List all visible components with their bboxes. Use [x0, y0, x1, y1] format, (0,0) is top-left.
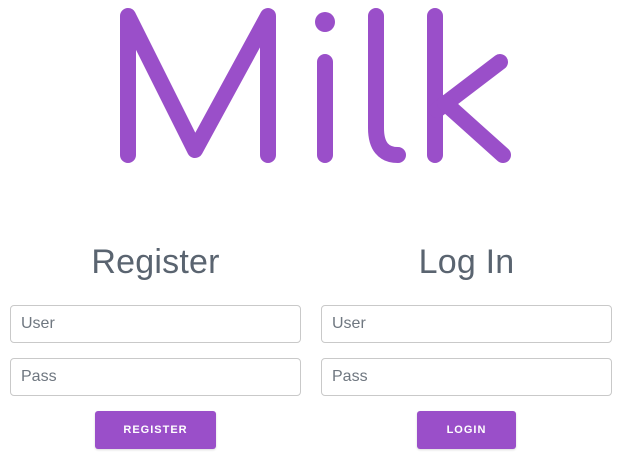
login-button-wrap: LOGIN: [321, 411, 612, 449]
register-pass-input[interactable]: [10, 358, 301, 396]
login-panel: Log In LOGIN: [321, 238, 612, 449]
register-user-input[interactable]: [10, 305, 301, 343]
login-heading: Log In: [418, 243, 515, 281]
page: Register REGISTER Log In LOGIN: [0, 0, 620, 458]
register-panel: Register REGISTER: [10, 238, 301, 449]
register-button[interactable]: REGISTER: [95, 411, 216, 449]
login-button[interactable]: LOGIN: [417, 411, 516, 449]
milk-logo: [0, 0, 620, 175]
login-pass-input[interactable]: [321, 358, 612, 396]
register-button-wrap: REGISTER: [10, 411, 301, 449]
login-user-input[interactable]: [321, 305, 612, 343]
milk-logo-graphic: [120, 8, 511, 163]
register-heading: Register: [91, 243, 220, 281]
